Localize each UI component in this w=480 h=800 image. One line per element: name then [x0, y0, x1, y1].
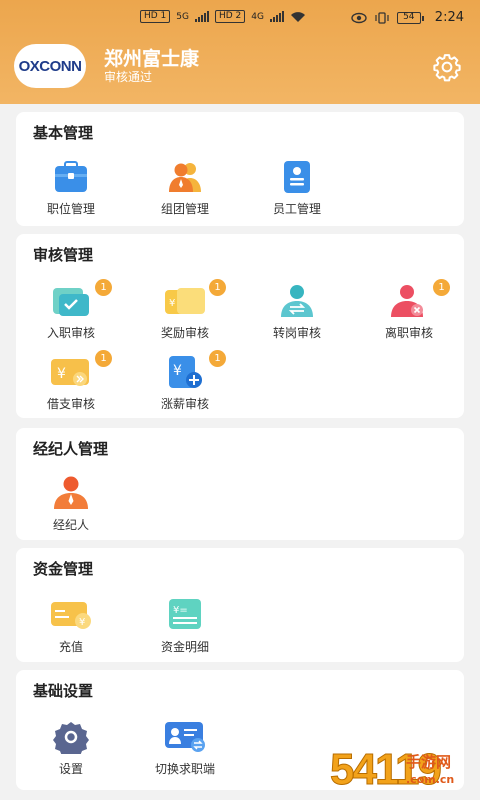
- agent-person-icon: [54, 476, 88, 509]
- item-transfer-review[interactable]: 转岗审核: [242, 284, 352, 348]
- card-agent-management: 经纪人管理 经纪人: [16, 428, 464, 540]
- section-title-agent: 经纪人管理: [33, 440, 109, 458]
- logo-text: OXCONN: [18, 57, 82, 75]
- wifi-icon: [291, 11, 305, 22]
- svg-text:¥: ¥: [173, 363, 182, 379]
- fund-ledger-icon: ¥=: [169, 599, 201, 629]
- briefcase-icon: [55, 161, 87, 192]
- item-label: 设置: [58, 762, 83, 776]
- recharge-card-icon: ¥: [51, 602, 91, 629]
- item-recharge[interactable]: ¥ 充值: [16, 598, 126, 662]
- settings-gear-icon[interactable]: [432, 52, 462, 82]
- badge-count: 1: [95, 350, 112, 367]
- item-onboarding-review[interactable]: 1 入职审核: [16, 279, 126, 348]
- clock: 2:24: [434, 10, 464, 25]
- resign-person-icon: [391, 285, 423, 317]
- item-fund-details[interactable]: ¥= 资金明细: [130, 598, 240, 662]
- item-raise-review[interactable]: ¥ 1 涨薪审核: [130, 350, 240, 419]
- sim2-label: HD 2: [215, 10, 246, 23]
- svg-text:¥: ¥: [169, 298, 175, 309]
- item-resignation-review[interactable]: 1 离职审核: [354, 279, 464, 348]
- status-right: 54 2:24: [351, 10, 464, 25]
- badge-count: 1: [209, 350, 226, 367]
- eye-icon: [351, 12, 367, 23]
- section-title-settings: 基础设置: [33, 682, 94, 700]
- item-label: 切换求职端: [154, 762, 215, 776]
- card-basic-management: 基本管理 职位管理 组团管理 员工管理: [16, 112, 464, 226]
- group-people-icon: [169, 163, 201, 192]
- approval-status: 审核通过: [104, 70, 153, 84]
- item-switch-jobseeker[interactable]: 切换求职端: [130, 720, 240, 784]
- network2-label: 4G: [251, 11, 264, 22]
- section-title-basic: 基本管理: [33, 124, 94, 142]
- item-group-management[interactable]: 组团管理: [130, 160, 240, 224]
- reward-card-icon: ¥: [165, 288, 205, 314]
- item-label: 充值: [58, 640, 83, 654]
- app-header: HD 1 5G HD 2 4G 54 2:24 OXCONN 郑州富士康 审核通…: [0, 0, 480, 104]
- item-label: 转岗审核: [272, 326, 321, 340]
- item-staff-management[interactable]: 员工管理: [242, 160, 352, 224]
- item-label: 入职审核: [46, 326, 95, 340]
- svg-text:¥=: ¥=: [173, 605, 188, 616]
- item-position-management[interactable]: 职位管理: [16, 160, 126, 224]
- item-label: 经纪人: [52, 518, 89, 532]
- network1-label: 5G: [176, 11, 189, 22]
- badge-count: 1: [433, 279, 450, 296]
- item-label: 职位管理: [46, 202, 95, 216]
- item-label: 组团管理: [160, 202, 209, 216]
- item-agent[interactable]: 经纪人: [16, 476, 126, 540]
- item-label: 离职审核: [384, 326, 433, 340]
- section-title-funds: 资金管理: [33, 560, 94, 578]
- item-label: 资金明细: [160, 640, 209, 654]
- badge-count: 1: [209, 279, 226, 296]
- svg-text:¥: ¥: [57, 366, 66, 382]
- company-logo: OXCONN: [14, 44, 86, 88]
- employee-badge-icon: [284, 161, 310, 193]
- watermark-url: .com.cn: [406, 773, 455, 786]
- item-label: 借支审核: [46, 397, 95, 411]
- status-left: HD 1 5G HD 2 4G: [140, 10, 306, 23]
- item-loan-review[interactable]: ¥ 1 借支审核: [16, 350, 126, 419]
- switch-profile-icon: [165, 722, 205, 752]
- signal2-icon: [270, 11, 284, 22]
- onboarding-check-icon: [53, 288, 89, 316]
- signal1-icon: [195, 11, 209, 22]
- sim1-label: HD 1: [140, 10, 171, 23]
- badge-count: 1: [95, 279, 112, 296]
- site-watermark: 54119 手游网 .com.cn: [330, 745, 480, 800]
- item-label: 员工管理: [272, 202, 321, 216]
- vibrate-icon: [375, 11, 389, 24]
- item-reward-review[interactable]: ¥ 1 奖励审核: [130, 279, 240, 348]
- company-name: 郑州富士康: [104, 48, 200, 70]
- battery-icon: 54: [396, 11, 424, 24]
- card-review-management: 审核管理 1 入职审核 ¥ 1 奖励审核 转岗审核 1 离职审核 ¥ 1 借支审…: [16, 234, 464, 418]
- settings-cog-icon: [53, 722, 89, 754]
- card-funds-management: 资金管理 ¥ 充值 ¥= 资金明细: [16, 548, 464, 662]
- item-settings[interactable]: 设置: [16, 720, 126, 784]
- loan-money-icon: ¥: [51, 359, 89, 386]
- salary-raise-icon: ¥: [169, 356, 202, 388]
- transfer-person-icon: [281, 285, 313, 317]
- item-label: 涨薪审核: [160, 397, 209, 411]
- svg-text:¥: ¥: [79, 617, 85, 628]
- watermark-title: 手游网: [406, 753, 452, 771]
- item-label: 奖励审核: [160, 326, 209, 340]
- status-bar: HD 1 5G HD 2 4G 54 2:24: [0, 0, 480, 36]
- section-title-review: 审核管理: [33, 246, 94, 264]
